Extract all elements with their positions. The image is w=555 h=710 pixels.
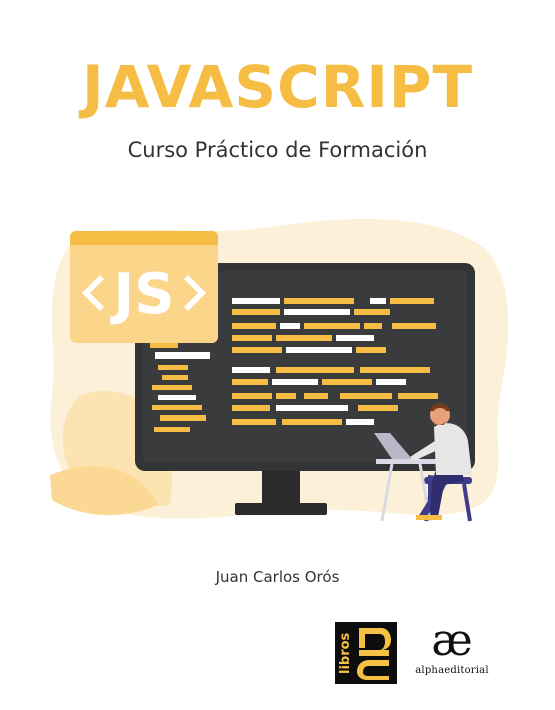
monitor-neck: [262, 467, 300, 507]
publisher-logo-libros-rc: libros: [335, 622, 397, 684]
js-badge: JS: [70, 231, 218, 343]
alpha-logo-name: alphaeditorial: [415, 665, 489, 676]
monitor-base: [235, 503, 327, 515]
publisher-imprint-label: libros: [338, 632, 353, 674]
publisher-logo-alphaeditorial: æ alphaeditorial: [412, 618, 492, 684]
book-cover: JAVASCRIPT Curso Práctico de Formación J…: [0, 0, 555, 710]
rc-mark-icon: [357, 628, 391, 680]
book-author: Juan Carlos Orós: [215, 568, 340, 586]
book-title: JAVASCRIPT: [81, 53, 474, 121]
book-subtitle: Curso Práctico de Formación: [127, 138, 428, 162]
cover-illustration: JS: [50, 218, 509, 522]
alpha-logo-glyph: æ: [431, 615, 473, 666]
js-badge-text: JS: [109, 262, 174, 327]
